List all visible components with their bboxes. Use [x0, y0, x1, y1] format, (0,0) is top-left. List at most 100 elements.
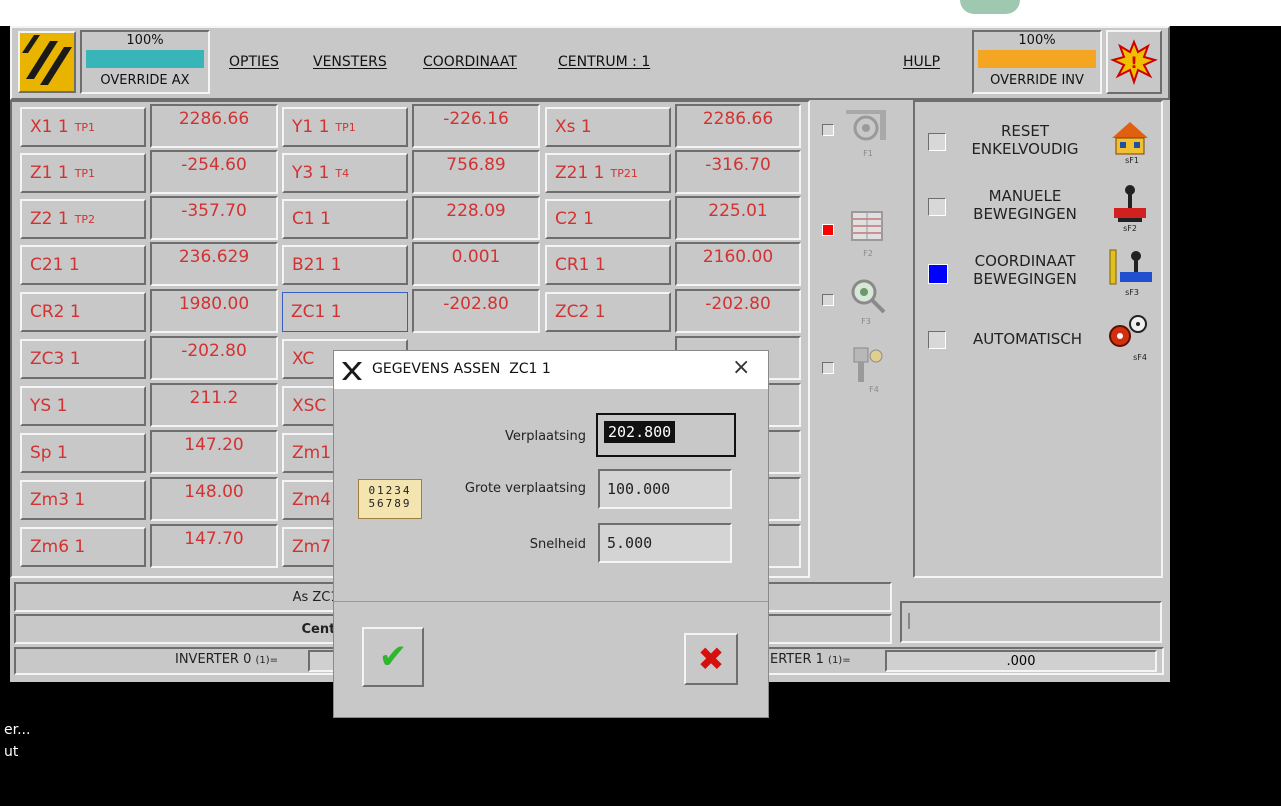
axis-button-b21[interactable]: B21 1 [282, 245, 408, 285]
mode-checkbox-auto[interactable] [928, 331, 946, 349]
mode-coordinate-button[interactable]: sF3 [1108, 248, 1154, 297]
mode-manual-label[interactable]: MANUELE BEWEGINGEN [955, 187, 1095, 223]
svg-text:sF3: sF3 [1125, 288, 1139, 296]
axis-value-cr1: 2160.00 [675, 242, 801, 286]
mode-checkbox-reset[interactable] [928, 133, 946, 151]
svg-text:F4: F4 [869, 385, 879, 394]
dialog-title: GEGEVENS ASSEN ZC1 1 [372, 361, 551, 377]
joystick-icon: sF2 [1114, 185, 1146, 233]
axis-button-zm6[interactable]: Zm6 1 [20, 527, 146, 567]
override-inv-panel[interactable]: 100% OVERRIDE INV [972, 30, 1102, 94]
grote-verplaatsing-input[interactable]: 100.000 [598, 469, 732, 509]
axis-button-sp[interactable]: Sp 1 [20, 433, 146, 473]
inverter-1-label: ERTER 1 (1)= [770, 652, 851, 667]
axis-button-cr2[interactable]: CR2 1 [20, 292, 146, 332]
tool-checkbox-f1[interactable] [822, 124, 834, 136]
menu-vensters[interactable]: VENSTERS [313, 54, 387, 70]
desktop-strip [0, 0, 1281, 26]
mode-reset-button[interactable]: sF1 [1108, 120, 1152, 165]
axis-button-c2[interactable]: C2 1 [545, 199, 671, 239]
axis-data-dialog: GEGEVENS ASSEN ZC1 1 × Verplaatsing 202.… [333, 350, 769, 718]
desktop-text-1: er... [4, 722, 31, 738]
tool-f1-button[interactable]: F1 [846, 106, 890, 158]
tool-checkbox-f4[interactable] [822, 362, 834, 374]
mode-checkbox-manual[interactable] [928, 198, 946, 216]
numeric-keypad-icon: 01234 56789 [358, 479, 422, 519]
axis-button-zc3[interactable]: ZC3 1 [20, 339, 146, 379]
menu-coordinaat[interactable]: COORDINAAT [423, 54, 517, 70]
axis-value-z21: -316.70 [675, 150, 801, 194]
cancel-button[interactable]: ✖ [684, 633, 738, 685]
axis-value-y1: -226.16 [412, 104, 540, 148]
axis-value-z1: -254.60 [150, 150, 278, 194]
tool-f3-button[interactable]: F3 [846, 276, 890, 328]
axis-value-y3: 756.89 [412, 150, 540, 194]
svg-text:F1: F1 [863, 149, 873, 158]
ok-button[interactable]: ✔ [362, 627, 424, 687]
axis-button-zm3[interactable]: Zm3 1 [20, 480, 146, 520]
tool-panel: F1 F2 F3 F4 [812, 100, 910, 578]
dialog-close-button[interactable]: × [732, 355, 750, 380]
axis-button-z2[interactable]: Z2 1 TP2 [20, 199, 146, 239]
axis-button-z21[interactable]: Z21 1 TP21 [545, 153, 671, 193]
mode-reset-label[interactable]: RESET ENKELVOUDIG [955, 122, 1095, 158]
svg-text:sF2: sF2 [1123, 224, 1137, 232]
gear-ruler-icon: F1 [846, 110, 886, 158]
axis-button-ys[interactable]: YS 1 [20, 386, 146, 426]
tool-f2-button[interactable]: F2 [846, 208, 890, 260]
verplaatsing-input-wrapper[interactable]: 202.800 [596, 413, 736, 457]
axis-value-z2: -357.70 [150, 196, 278, 240]
menu-hulp[interactable]: HULP [903, 54, 940, 70]
svg-text:F3: F3 [861, 317, 871, 326]
override-inv-label: OVERRIDE INV [990, 73, 1084, 88]
mode-auto-label[interactable]: AUTOMATISCH [955, 330, 1100, 348]
override-inv-percent: 100% [1018, 33, 1056, 48]
override-ax-bar [86, 50, 204, 68]
tool-checkbox-f2-checked[interactable] [822, 224, 834, 236]
axis-value-zm3: 148.00 [150, 477, 278, 521]
mode-coordinate-label[interactable]: COORDINAAT BEWEGINGEN [955, 252, 1095, 288]
override-ax-panel[interactable]: 100% OVERRIDE AX [80, 30, 210, 94]
axis-value-zc3: -202.80 [150, 336, 278, 380]
axis-button-zc1-selected[interactable]: ZC1 1 [282, 292, 408, 332]
joystick-ruler-icon: sF3 [1109, 249, 1152, 297]
logo-button[interactable] [18, 31, 76, 93]
axis-value-zm6: 147.70 [150, 524, 278, 568]
message-field[interactable] [900, 601, 1162, 643]
hazard-logo-icon [20, 33, 74, 91]
alarm-burst-icon: ! [1110, 39, 1158, 86]
mode-auto-button[interactable]: sF4 [1106, 312, 1152, 362]
tool-f4-button[interactable]: F4 [846, 344, 890, 396]
axis-button-x1[interactable]: X1 1 TP1 [20, 107, 146, 147]
menu-opties[interactable]: OPTIES [229, 54, 279, 70]
mode-manual-button[interactable]: sF2 [1108, 184, 1152, 233]
mode-checkbox-coordinate-selected[interactable] [928, 264, 948, 284]
text-cursor [908, 613, 910, 629]
axis-button-z1[interactable]: Z1 1 TP1 [20, 153, 146, 193]
axis-value-ys: 211.2 [150, 383, 278, 427]
dialog-divider [334, 601, 768, 602]
inverter-1-field[interactable]: .000 [885, 650, 1157, 672]
axis-button-xs[interactable]: Xs 1 [545, 107, 671, 147]
desktop-icon [960, 0, 1020, 14]
menu-centrum[interactable]: CENTRUM : 1 [558, 54, 650, 70]
tool-checkbox-f3[interactable] [822, 294, 834, 306]
axis-value-x1: 2286.66 [150, 104, 278, 148]
svg-text:F2: F2 [863, 249, 873, 258]
axis-button-c21[interactable]: C21 1 [20, 245, 146, 285]
axis-value-b21: 0.001 [412, 242, 540, 286]
override-ax-label: OVERRIDE AX [100, 73, 190, 88]
snelheid-input[interactable]: 5.000 [598, 523, 732, 563]
axis-value-c21: 236.629 [150, 242, 278, 286]
axis-button-cr1[interactable]: CR1 1 [545, 245, 671, 285]
inverter-0-label: INVERTER 0 (1)= [175, 652, 279, 667]
axis-button-y1[interactable]: Y1 1 TP1 [282, 107, 408, 147]
axis-button-y3[interactable]: Y3 1 T4 [282, 153, 408, 193]
axis-button-zc2[interactable]: ZC2 1 [545, 292, 671, 332]
dialog-titlebar: GEGEVENS ASSEN ZC1 1 × [334, 351, 768, 389]
verplaatsing-input[interactable]: 202.800 [604, 421, 676, 443]
axis-button-c1[interactable]: C1 1 [282, 199, 408, 239]
gears-icon: sF4 [1109, 315, 1147, 362]
emergency-button[interactable]: ! [1106, 30, 1162, 94]
field-label-snelheid: Snelheid [529, 537, 586, 552]
